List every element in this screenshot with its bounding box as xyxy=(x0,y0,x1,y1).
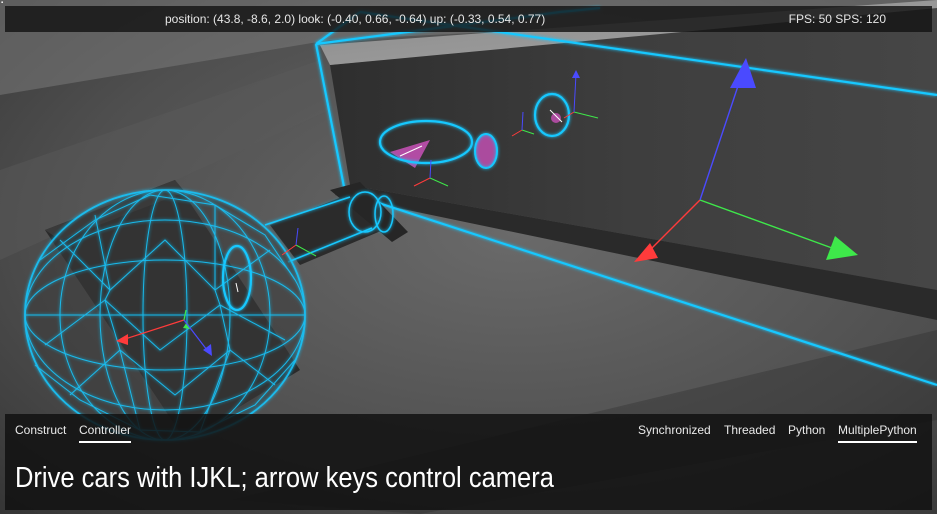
wall-joint-small xyxy=(474,133,498,169)
fps-readout: FPS: 50 SPS: 120 xyxy=(788,12,886,26)
camera-readout: position: (43.8, -8.6, 2.0) look: (-0.40… xyxy=(165,12,546,26)
tab-controller[interactable]: Controller xyxy=(79,422,132,443)
camera-status-bar: position: (43.8, -8.6, 2.0) look: (-0.40… xyxy=(5,6,932,32)
wheel-sphere xyxy=(24,189,306,441)
simulation-viewport[interactable]: ▪ position: (43.8, -8.6, 2.0) look: (-0.… xyxy=(0,0,937,514)
tab-synchronized[interactable]: Synchronized xyxy=(638,422,711,441)
tab-threaded[interactable]: Threaded xyxy=(724,422,775,441)
tab-construct[interactable]: Construct xyxy=(15,422,66,441)
corner-marker-icon: ▪ xyxy=(1,0,4,6)
control-panel: Construct Controller Synchronized Thread… xyxy=(5,414,932,510)
tab-multiplepython[interactable]: MultiplePython xyxy=(838,422,917,443)
instruction-text: Drive cars with IJKL; arrow keys control… xyxy=(15,462,554,494)
tab-python[interactable]: Python xyxy=(788,422,825,441)
